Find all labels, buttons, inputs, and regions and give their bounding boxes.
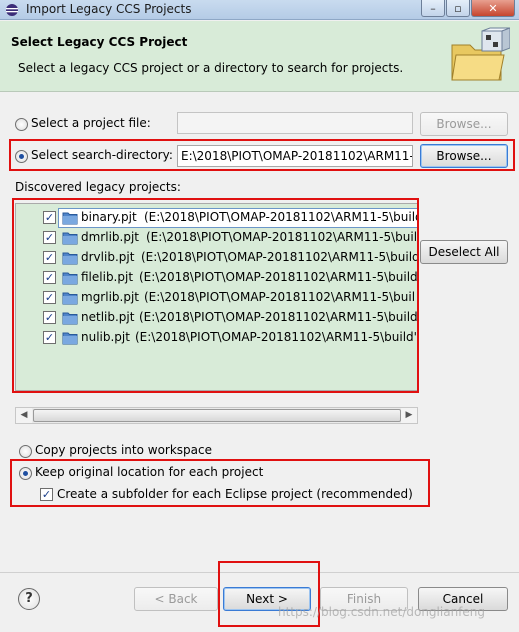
maximize-button[interactable]: ▫	[446, 0, 470, 17]
search-directory-label: Select search-directory:	[31, 148, 173, 162]
watermark-text: https://blog.csdn.net/donglianfeng	[278, 605, 485, 619]
project-name: nulib.pjt	[81, 330, 130, 344]
project-row-dmrlib[interactable]: ✓ dmrlib.pjt (E:\2018\PIOT\OMAP-20181102…	[16, 228, 418, 248]
project-name: mgrlib.pjt	[81, 290, 139, 304]
copy-projects-radio[interactable]	[19, 445, 32, 458]
page-description: Select a legacy CCS project or a directo…	[18, 61, 404, 75]
import-folder-icon	[451, 27, 510, 81]
project-checkbox[interactable]: ✓	[43, 231, 56, 244]
help-icon[interactable]: ?	[18, 588, 40, 610]
project-name: netlib.pjt	[81, 310, 135, 324]
keep-location-radio[interactable]	[19, 467, 32, 480]
project-checkbox[interactable]: ✓	[43, 251, 56, 264]
project-path: (E:\2018\PIOT\OMAP-20181102\ARM11-5\buil	[144, 290, 416, 304]
deselect-all-button[interactable]: Deselect All	[420, 240, 508, 264]
project-folder-icon	[62, 232, 78, 245]
discovered-projects-label: Discovered legacy projects:	[15, 180, 181, 194]
horizontal-scrollbar[interactable]: ◀ ▶	[15, 407, 418, 424]
project-folder-icon	[62, 292, 78, 305]
project-row-mgrlib[interactable]: ✓ mgrlib.pjt (E:\2018\PIOT\OMAP-20181102…	[16, 288, 417, 308]
project-path: (E:\2018\PIOT\OMAP-20181102\ARM11-5\buil…	[139, 270, 418, 284]
project-folder-icon	[62, 272, 78, 285]
title-bar: Import Legacy CCS Projects – ▫ ✕	[0, 0, 519, 20]
project-checkbox[interactable]: ✓	[43, 291, 56, 304]
project-row-binary[interactable]: ✓ binary.pjt (E:\2018\PIOT\OMAP-20181102…	[16, 208, 417, 228]
search-directory-field[interactable]: E:\2018\PIOT\OMAP-20181102\ARM11-	[177, 145, 413, 167]
scroll-left-icon[interactable]: ◀	[16, 408, 32, 423]
project-row-netlib[interactable]: ✓ netlib.pjt (E:\2018\PIOT\OMAP-20181102…	[16, 308, 418, 328]
create-subfolder-checkbox[interactable]: ✓	[40, 488, 53, 501]
project-checkbox[interactable]: ✓	[43, 271, 56, 284]
create-subfolder-label: Create a subfolder for each Eclipse proj…	[57, 487, 413, 501]
search-directory-browse-button[interactable]: Browse...	[420, 144, 508, 168]
project-path: (E:\2018\PIOT\OMAP-20181102\ARM11-5\buil…	[139, 310, 418, 324]
close-button[interactable]: ✕	[471, 0, 515, 17]
project-checkbox[interactable]: ✓	[43, 331, 56, 344]
project-row-nulib[interactable]: ✓ nulib.pjt (E:\2018\PIOT\OMAP-20181102\…	[16, 328, 417, 348]
project-name: binary.pjt	[81, 210, 137, 224]
project-name: filelib.pjt	[81, 270, 134, 284]
wizard-header: Select Legacy CCS Project Select a legac…	[0, 21, 519, 92]
project-path: (E:\2018\PIOT\OMAP-20181102\ARM11-5\buil…	[144, 210, 417, 224]
project-path: (E:\2018\PIOT\OMAP-20181102\ARM11-5\buil…	[135, 330, 417, 344]
project-name: dmrlib.pjt	[81, 230, 139, 244]
project-row-filelib[interactable]: ✓ filelib.pjt (E:\2018\PIOT\OMAP-2018110…	[16, 268, 418, 288]
keep-location-label: Keep original location for each project	[35, 465, 264, 479]
project-checkbox[interactable]: ✓	[43, 211, 56, 224]
project-folder-icon	[62, 312, 78, 325]
window-title: Import Legacy CCS Projects	[26, 2, 192, 16]
project-name: drvlib.pjt	[81, 250, 135, 264]
copy-projects-label: Copy projects into workspace	[35, 443, 213, 457]
discovered-projects-list[interactable]: ✓ binary.pjt (E:\2018\PIOT\OMAP-20181102…	[15, 203, 418, 391]
project-path: (E:\2018\PIOT\OMAP-20181102\ARM11-5\buil…	[141, 250, 418, 264]
back-button[interactable]: < Back	[134, 587, 218, 611]
project-file-radio[interactable]	[15, 118, 28, 131]
project-file-browse-button[interactable]: Browse...	[420, 112, 508, 136]
eclipse-app-icon	[6, 4, 18, 16]
button-bar-separator	[0, 572, 519, 573]
project-folder-icon	[62, 252, 78, 265]
project-file-label: Select a project file:	[31, 116, 151, 130]
minimize-button[interactable]: –	[421, 0, 445, 17]
project-checkbox[interactable]: ✓	[43, 311, 56, 324]
search-directory-radio[interactable]	[15, 150, 28, 163]
project-file-field[interactable]	[177, 112, 413, 134]
scroll-right-icon[interactable]: ▶	[401, 408, 417, 423]
project-folder-icon	[62, 332, 78, 345]
project-path: (E:\2018\PIOT\OMAP-20181102\ARM11-5\buil	[146, 230, 418, 244]
scrollbar-thumb[interactable]	[33, 409, 401, 422]
project-folder-icon	[62, 212, 78, 225]
project-row-drvlib[interactable]: ✓ drvlib.pjt (E:\2018\PIOT\OMAP-20181102…	[16, 248, 418, 268]
page-title: Select Legacy CCS Project	[11, 35, 188, 49]
